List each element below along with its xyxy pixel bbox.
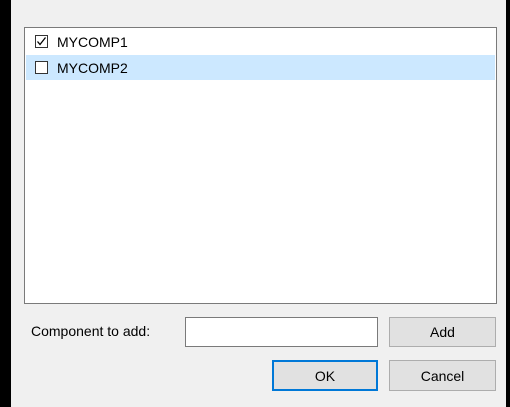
list-item-mycomp2[interactable]: MYCOMP2 [26,55,495,80]
list-item-label: MYCOMP1 [57,33,128,50]
list-item-label: MYCOMP2 [57,59,128,76]
component-to-add-label: Component to add: [31,323,151,339]
add-button[interactable]: Add [389,317,496,347]
list-item-mycomp1[interactable]: MYCOMP1 [26,29,495,54]
component-listbox[interactable]: MYCOMP1 MYCOMP2 [24,27,497,304]
checkmark-icon [37,37,47,46]
window-edge-right [506,0,510,407]
window-edge-left [0,0,11,407]
cancel-button[interactable]: Cancel [389,360,496,391]
component-dialog: MYCOMP1 MYCOMP2 Component to add: Add OK… [0,0,510,407]
ok-button[interactable]: OK [272,360,378,391]
checkbox-mycomp1[interactable] [35,35,48,48]
checkbox-mycomp2[interactable] [35,61,48,74]
component-to-add-input[interactable] [185,317,378,347]
